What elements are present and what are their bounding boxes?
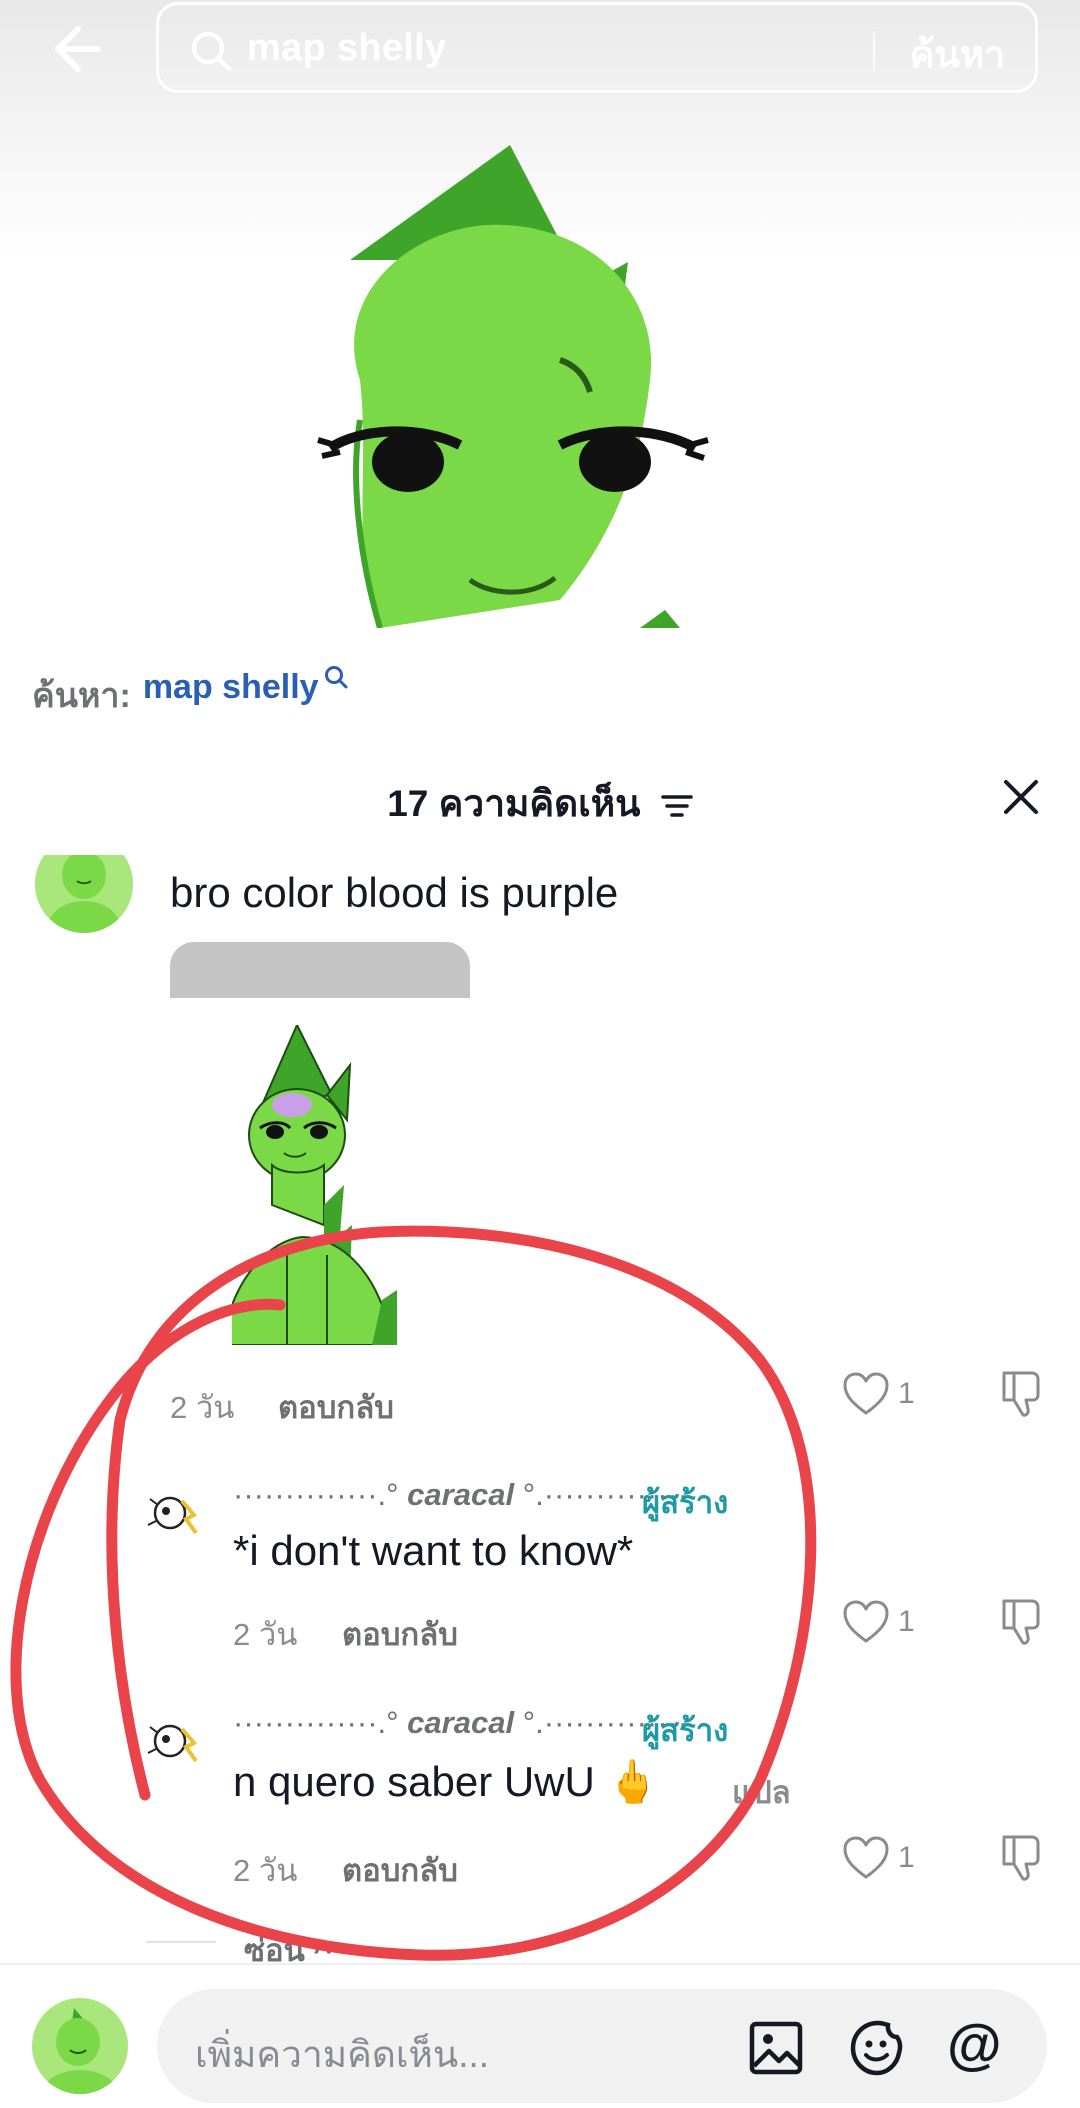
avatar-image [35, 855, 133, 933]
like-button[interactable]: 1 [842, 1365, 942, 1425]
creator-badge: ผู้สร้าง [642, 1485, 729, 1520]
heart-icon [843, 1600, 889, 1643]
emoji-icon [850, 2020, 903, 2076]
image-icon [749, 2021, 803, 2075]
comment-input-placeholder: เพิ่มความคิดเห็น... [195, 2034, 490, 2075]
reply-button[interactable]: ตอบกลับ [342, 1845, 458, 1895]
comment-list[interactable]: bro color blood is purple 2 วัน ตอบกลับ … [0, 855, 1080, 1963]
search-suggestion-link[interactable]: ค้นหา: map shelly [32, 666, 349, 722]
search-submit-button[interactable]: ค้นหา [910, 25, 1005, 84]
thread-divider [146, 1941, 216, 1943]
reply-avatar[interactable] [142, 1713, 208, 1779]
reply-text: n quero saber UwU 🖕 [233, 1758, 659, 1805]
my-avatar[interactable] [32, 1998, 128, 2094]
close-comments-button[interactable] [996, 772, 1046, 822]
reply-button[interactable]: ตอบกลับ [342, 1609, 458, 1659]
reply-text: *i don't want to know* [233, 1527, 634, 1574]
username-decoration-left: ··············.° [233, 1477, 399, 1512]
comment-time: 2 วัน [170, 1390, 235, 1425]
like-count: 1 [898, 1841, 915, 1874]
search-query-text: map shelly [247, 27, 447, 69]
like-button[interactable]: 1 [842, 1593, 942, 1653]
top-bar: map shelly ค้นหา [0, 0, 1080, 100]
translate-link[interactable]: แปล [732, 1767, 791, 1817]
collapse-replies-button[interactable]: ซ่อน ^ [244, 1925, 332, 1963]
search-suggestion-term: map shelly [142, 668, 319, 706]
dislike-button[interactable] [996, 1595, 1048, 1647]
emoji-button[interactable] [849, 2019, 907, 2077]
sort-icon[interactable] [661, 793, 693, 819]
like-count: 1 [898, 1377, 915, 1410]
like-count: 1 [898, 1605, 915, 1638]
dislike-icon [1002, 1599, 1040, 1645]
username-text: caracal [407, 1705, 515, 1740]
heart-icon [843, 1372, 889, 1415]
back-button[interactable] [48, 14, 118, 84]
avatar[interactable] [35, 855, 133, 933]
video-preview[interactable]: map shelly ค้นหา [0, 0, 1080, 628]
search-divider [873, 31, 875, 71]
reply-username[interactable]: ··············.° caracal °.·············… [233, 1705, 707, 1741]
dislike-button[interactable] [996, 1831, 1048, 1883]
search-icon [191, 31, 232, 72]
search-suggestion-prefix: ค้นหา: [32, 677, 131, 715]
comment-input-bar: เพิ่มความคิดเห็น... @ [0, 1963, 1080, 2108]
back-arrow-icon [55, 26, 101, 72]
reply-time: 2 วัน [233, 1853, 298, 1888]
dislike-icon [1002, 1835, 1040, 1881]
comment-count-title: 17 ความคิดเห็น [0, 774, 1080, 833]
reply-avatar[interactable] [142, 1485, 208, 1551]
avatar-image [142, 1485, 208, 1551]
dislike-icon [1002, 1371, 1040, 1417]
username-text: caracal [407, 1477, 515, 1512]
reply-time: 2 วัน [233, 1617, 298, 1652]
reply-username[interactable]: ··············.° caracal °.·············… [233, 1477, 707, 1513]
comment-text: bro color blood is purple [170, 869, 619, 916]
comment-count-label: 17 ความคิดเห็น [387, 783, 641, 824]
sticker-tab [170, 942, 470, 998]
like-button[interactable]: 1 [842, 1829, 942, 1889]
dislike-button[interactable] [996, 1367, 1048, 1419]
image-button[interactable] [749, 2021, 803, 2075]
at-icon[interactable]: @ [947, 2011, 1002, 2076]
username-decoration-left: ··············.° [233, 1705, 399, 1740]
avatar-image [142, 1713, 208, 1779]
avatar-image [32, 1998, 128, 2094]
heart-icon [843, 1836, 889, 1879]
comment-input[interactable]: เพิ่มความคิดเห็น... @ [157, 1989, 1047, 2103]
creator-badge: ผู้สร้าง [642, 1713, 729, 1748]
close-icon [1004, 780, 1038, 814]
search-input[interactable]: map shelly ค้นหา [156, 2, 1038, 93]
reply-button[interactable]: ตอบกลับ [278, 1382, 394, 1432]
comments-header: 17 ความคิดเห็น [0, 760, 1080, 840]
small-search-icon [324, 666, 348, 689]
shelly-sticker-image [232, 1025, 397, 1345]
